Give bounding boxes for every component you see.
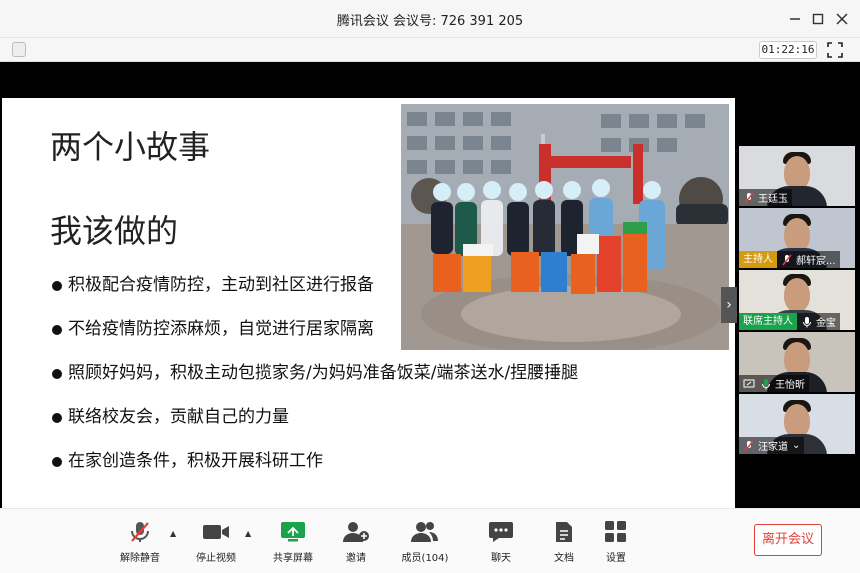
slide-title: 两个小故事 [50, 128, 211, 166]
slide-bullet: 联络校友会，贡献自己的力量 [50, 407, 578, 451]
window-title: 腾讯会议 会议号: 726 391 205 [336, 14, 524, 29]
docs-label: 文档 [554, 553, 574, 564]
stop-video-label: 停止视频 [196, 553, 236, 564]
screen-share-icon [743, 379, 755, 387]
presentation-slide: 两个小故事 我该做的 积极配合疫情防控，主动到社区进行报备 不给疫情防控添麻烦，… [2, 98, 737, 508]
participant-tile[interactable]: 王廷玉 [739, 146, 855, 206]
mic-muted-icon [131, 522, 149, 542]
chat-icon [489, 522, 513, 542]
settings-grid-icon [605, 521, 626, 542]
members-label: 成员(104) [401, 553, 449, 564]
group-photo [401, 104, 729, 350]
stop-video-button[interactable]: 停止视频 [184, 521, 248, 564]
participant-name: 王廷玉 [758, 194, 788, 205]
share-screen-label: 共享屏幕 [273, 553, 313, 564]
unmute-button[interactable]: 解除静音 [108, 521, 172, 564]
caret-up-icon[interactable]: ▲ [170, 529, 176, 538]
meeting-toolbar: 解除静音 ▲ 停止视频 ▲ 共享屏幕 邀请 成员(104) 聊天 文档 设置 离… [0, 508, 860, 573]
host-badge: 主持人 [739, 251, 777, 268]
settings-label: 设置 [606, 553, 626, 564]
members-icon [411, 522, 438, 542]
participant-name: 汪家道 [758, 442, 788, 453]
slide-bullet: 在家创造条件，积极开展科研工作 [50, 451, 578, 495]
caret-up-icon[interactable]: ▲ [245, 529, 251, 538]
chat-label: 聊天 [491, 553, 511, 564]
invite-label: 邀请 [346, 553, 366, 564]
shared-screen-area: 两个小故事 我该做的 积极配合疫情防控，主动到社区进行报备 不给疫情防控添麻烦，… [0, 62, 860, 508]
shield-icon[interactable] [12, 42, 26, 57]
mic-icon [762, 378, 770, 389]
participant-tile[interactable]: 汪家道 ⌄ [739, 394, 855, 454]
meeting-timer: 01:22:16 [759, 41, 817, 59]
add-user-icon [343, 522, 369, 542]
share-screen-button[interactable]: 共享屏幕 [261, 521, 325, 564]
chevron-down-icon[interactable]: ⌄ [792, 440, 800, 451]
video-camera-icon [203, 525, 229, 539]
window-title-bar: 腾讯会议 会议号: 726 391 205 [0, 0, 860, 38]
participant-tile[interactable]: 联席主持人 金宝 [739, 270, 855, 330]
mic-muted-icon [744, 440, 754, 451]
mic-icon [803, 316, 811, 327]
participant-name: 郝轩宸... [796, 256, 836, 267]
members-button[interactable]: 成员(104) [393, 521, 457, 564]
maximize-icon[interactable] [807, 8, 829, 30]
share-screen-icon [281, 522, 305, 542]
mic-muted-icon [782, 254, 792, 265]
document-icon [556, 522, 572, 542]
fullscreen-icon[interactable] [826, 41, 844, 59]
close-icon[interactable] [831, 8, 853, 30]
slide-subtitle: 我该做的 [50, 212, 179, 250]
slide-bullet: 照顾好妈妈，积极主动包揽家务/为妈妈准备饭菜/端茶送水/捏腰捶腿 [50, 363, 578, 407]
unmute-label: 解除静音 [120, 553, 160, 564]
mic-muted-icon [744, 192, 754, 203]
leave-meeting-button[interactable]: 离开会议 [754, 524, 822, 556]
minimize-icon[interactable] [784, 8, 806, 30]
chat-button[interactable]: 聊天 [469, 521, 533, 564]
chevron-right-icon[interactable]: › [721, 287, 737, 323]
participant-name: 王怡昕 [775, 380, 805, 391]
cohost-badge: 联席主持人 [739, 313, 797, 330]
participant-name: 金宝 [816, 318, 836, 329]
meeting-info-bar: 01:22:16 [0, 38, 860, 62]
settings-button[interactable]: 设置 [584, 521, 648, 564]
participant-tile[interactable]: 王怡昕 [739, 332, 855, 392]
participant-tile[interactable]: 主持人 郝轩宸... [739, 208, 855, 268]
invite-button[interactable]: 邀请 [324, 521, 388, 564]
